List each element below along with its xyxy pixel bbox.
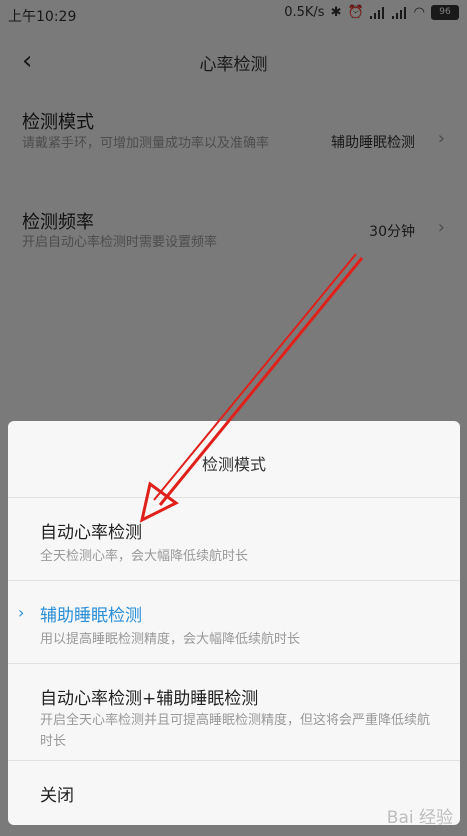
watermark: Bai 经验: [386, 808, 453, 828]
annotation-arrow-icon: [139, 253, 364, 523]
